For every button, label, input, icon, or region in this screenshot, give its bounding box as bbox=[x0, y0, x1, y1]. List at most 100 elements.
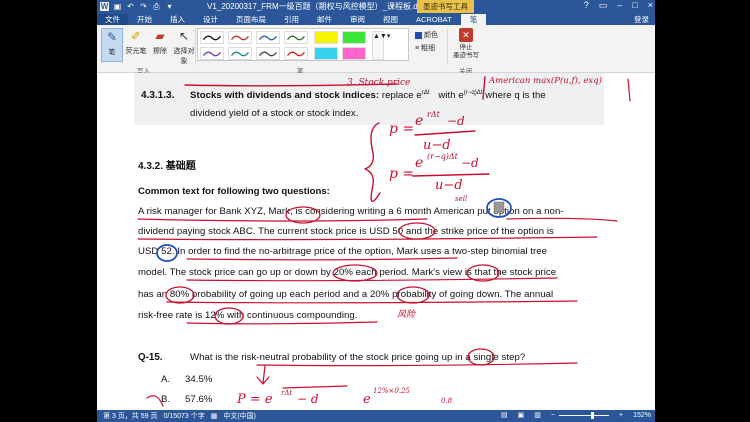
pen-style-swatch[interactable] bbox=[284, 47, 308, 60]
highlighter-tool-label: 荧光笔 bbox=[125, 48, 147, 55]
zoom-level[interactable]: 152% bbox=[633, 412, 651, 419]
read-mode-icon[interactable]: ▤ bbox=[501, 411, 508, 419]
stop-inking-icon: ✕ bbox=[459, 28, 473, 42]
tab-layout[interactable]: 页面布局 bbox=[227, 14, 275, 25]
undo-icon[interactable]: ↶ bbox=[126, 2, 135, 11]
tab-pens[interactable]: 笔 bbox=[460, 14, 487, 25]
status-page[interactable]: 第 3 页，共 59 页 bbox=[103, 411, 157, 421]
section-4313-bold: Stocks with dividends and stock indices: bbox=[190, 90, 380, 102]
pen-color-button[interactable]: 颜色 bbox=[415, 30, 438, 40]
minimize-icon[interactable]: – bbox=[617, 0, 622, 11]
pen-style-swatch[interactable] bbox=[228, 31, 252, 44]
web-layout-icon[interactable]: ▥ bbox=[534, 411, 541, 419]
quick-access-toolbar: W ▣ ↶ ↷ ⎙ ▾ bbox=[97, 2, 174, 11]
tab-acrobat[interactable]: ACROBAT bbox=[407, 14, 461, 25]
pen-color-label: 颜色 bbox=[423, 32, 438, 39]
ribbon-tabs: 文件 开始 插入 设计 页面布局 引用 邮件 审阅 视图 ACROBAT 笔 登… bbox=[97, 13, 655, 25]
ink-underline-4 bbox=[186, 277, 558, 282]
question-15-text: What is the risk-neutral probability of … bbox=[190, 352, 526, 363]
option-a-label: A. bbox=[161, 374, 171, 385]
ink-bottom-bar bbox=[282, 385, 348, 389]
pen-thickness-button[interactable]: ≡ 粗细 bbox=[415, 43, 435, 53]
zoom-in-icon[interactable]: + bbox=[619, 412, 623, 419]
tab-insert[interactable]: 插入 bbox=[161, 14, 194, 25]
ink-tools-context-label: 墨迹书写工具 bbox=[417, 0, 474, 13]
tab-mailings[interactable]: 邮件 bbox=[308, 14, 341, 25]
save-icon[interactable]: ▣ bbox=[113, 2, 122, 11]
eraser-tool-button[interactable]: ▰ 擦除 bbox=[149, 28, 171, 56]
ink-p-label-2: p = bbox=[389, 166, 414, 182]
text: replace bbox=[381, 90, 414, 102]
pen-style-swatch[interactable] bbox=[200, 31, 224, 44]
document-page[interactable]: 4.3.1.3. Stocks with dividends and stock… bbox=[97, 73, 655, 410]
eraser-tool-label: 擦除 bbox=[153, 48, 167, 55]
pen-icon: ✎ bbox=[106, 30, 118, 44]
text: where q is the bbox=[485, 90, 546, 102]
ink-note-sell: sell bbox=[455, 195, 467, 203]
highlighter-swatch[interactable] bbox=[314, 31, 338, 44]
close-icon[interactable]: × bbox=[648, 0, 653, 11]
print-layout-icon[interactable]: ▣ bbox=[518, 411, 525, 419]
maximize-icon[interactable]: □ bbox=[632, 0, 637, 11]
status-words[interactable]: 0/15073 个字 bbox=[163, 411, 204, 421]
ink-underline-1a bbox=[137, 218, 428, 222]
ink-p2-e: e bbox=[415, 155, 423, 171]
pen-style-swatch[interactable] bbox=[256, 31, 280, 44]
pen-style-swatch[interactable] bbox=[228, 47, 252, 60]
math-sup: rΔt bbox=[421, 90, 430, 96]
ink-underline-3 bbox=[186, 257, 458, 261]
pen-style-swatch[interactable] bbox=[284, 31, 308, 44]
stop-inking-button[interactable]: ✕ 停止 墨迹书写 bbox=[452, 28, 480, 60]
tab-review[interactable]: 审阅 bbox=[341, 14, 374, 25]
ink-bottom-sup: rΔt bbox=[281, 389, 292, 397]
print-icon[interactable]: ⎙ bbox=[152, 2, 161, 11]
pen-stroke-icon bbox=[258, 35, 278, 41]
select-objects-button[interactable]: ↖ 选择对象 bbox=[171, 28, 197, 66]
zoom-slider[interactable] bbox=[559, 411, 609, 419]
stop-inking-label: 停止 墨迹书写 bbox=[453, 44, 479, 59]
pen-gallery-more-icon[interactable]: ▲▼▾ bbox=[372, 31, 390, 60]
login-link[interactable]: 登录 bbox=[634, 14, 649, 25]
zoom-slider-thumb[interactable] bbox=[591, 411, 594, 419]
option-a-text: 34.5% bbox=[185, 374, 213, 385]
redo-icon[interactable]: ↷ bbox=[139, 2, 148, 11]
ink-bottom-d: 0.8 bbox=[441, 397, 453, 405]
section-4313-number: 4.3.1.3. bbox=[141, 90, 175, 101]
section-432-heading: 4.3.2. 基础题 bbox=[138, 161, 196, 172]
proofing-icon[interactable]: ▦ bbox=[211, 412, 218, 420]
highlighter-swatch[interactable] bbox=[314, 47, 338, 60]
pen-thickness-label: 粗细 bbox=[421, 45, 436, 52]
highlighter-tool-button[interactable]: ✐ 荧光笔 bbox=[125, 28, 147, 56]
tab-references[interactable]: 引用 bbox=[275, 14, 308, 25]
tab-home[interactable]: 开始 bbox=[128, 14, 161, 25]
select-arrow-icon: ↖ bbox=[178, 29, 190, 43]
ink-p2-sup: (r−q)Δt bbox=[427, 152, 459, 161]
customize-qat-icon[interactable]: ▾ bbox=[165, 2, 174, 11]
ink-mark-right bbox=[627, 78, 631, 102]
pen-style-swatch[interactable] bbox=[200, 47, 224, 60]
ink-underline-q15 bbox=[256, 362, 578, 367]
pen-gallery: ▲▼▾ bbox=[197, 28, 409, 61]
section-4313-line2: dividend yield of a stock or stock index… bbox=[190, 108, 359, 119]
tab-view[interactable]: 视图 bbox=[374, 14, 407, 25]
ink-underline-1b bbox=[506, 217, 618, 222]
tab-file[interactable]: 文件 bbox=[97, 14, 128, 25]
color-swatch-icon bbox=[415, 31, 422, 39]
pen-stroke-icon bbox=[202, 35, 222, 41]
ribbon-display-icon[interactable]: ▭ bbox=[599, 0, 608, 11]
zoom-out-icon[interactable]: − bbox=[551, 412, 555, 419]
highlighter-swatch[interactable] bbox=[342, 31, 366, 44]
tab-design[interactable]: 设计 bbox=[194, 14, 227, 25]
help-icon[interactable]: ? bbox=[584, 0, 589, 11]
ink-bottom-e: e bbox=[363, 392, 371, 407]
status-language[interactable]: 中文(中国) bbox=[223, 411, 256, 421]
pen-stroke-icon bbox=[286, 35, 306, 41]
document-area[interactable]: 4.3.1.3. Stocks with dividends and stock… bbox=[97, 73, 655, 410]
ribbon-separator bbox=[447, 29, 448, 65]
pen-stroke-icon bbox=[258, 51, 278, 57]
ribbon-separator bbox=[195, 29, 196, 65]
status-bar: 第 3 页，共 59 页 0/15073 个字 ▦ 中文(中国) ▤ ▣ ▥ −… bbox=[97, 410, 655, 422]
pen-style-swatch[interactable] bbox=[256, 47, 280, 60]
highlighter-swatch[interactable] bbox=[342, 47, 366, 60]
pen-tool-button[interactable]: ✎ 笔 bbox=[101, 28, 123, 62]
